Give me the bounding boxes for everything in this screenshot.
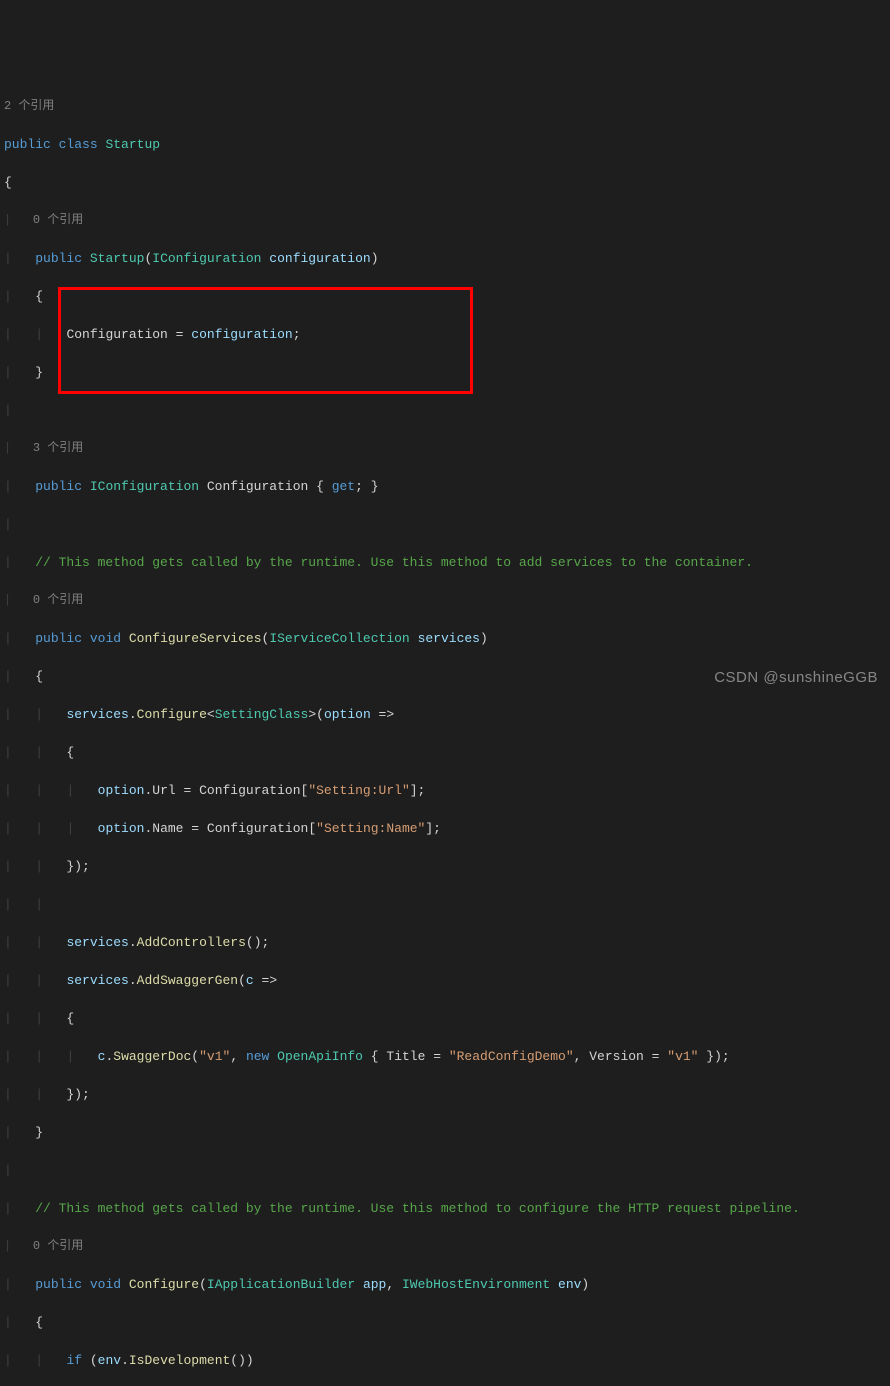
code-line: | | { bbox=[4, 743, 886, 762]
code-line: | | | option.Url = Configuration["Settin… bbox=[4, 781, 886, 800]
code-line: | bbox=[4, 401, 886, 420]
code-line: public class Startup bbox=[4, 135, 886, 154]
code-line: | | bbox=[4, 895, 886, 914]
code-line: | | services.Configure<SettingClass>(opt… bbox=[4, 705, 886, 724]
code-line: | | services.AddControllers(); bbox=[4, 933, 886, 952]
code-line: | | services.AddSwaggerGen(c => bbox=[4, 971, 886, 990]
code-line: | | Configuration = configuration; bbox=[4, 325, 886, 344]
code-line: | } bbox=[4, 363, 886, 382]
codelens-reference[interactable]: 2 个引用 bbox=[4, 97, 886, 116]
code-editor[interactable]: 2 个引用 public class Startup { | 0 个引用 | p… bbox=[4, 78, 886, 1386]
code-line: | { bbox=[4, 1313, 886, 1332]
code-line: | | { bbox=[4, 1009, 886, 1028]
code-line: | } bbox=[4, 1123, 886, 1142]
code-line: | public void Configure(IApplicationBuil… bbox=[4, 1275, 886, 1294]
code-line: | public void ConfigureServices(IService… bbox=[4, 629, 886, 648]
code-line: | // This method gets called by the runt… bbox=[4, 553, 886, 572]
codelens-reference[interactable]: | 0 个引用 bbox=[4, 591, 886, 610]
code-line: | | if (env.IsDevelopment()) bbox=[4, 1351, 886, 1370]
code-line: | bbox=[4, 1161, 886, 1180]
codelens-reference[interactable]: | 0 个引用 bbox=[4, 211, 886, 230]
code-line: | | }); bbox=[4, 1085, 886, 1104]
code-line: | | | option.Name = Configuration["Setti… bbox=[4, 819, 886, 838]
code-line: | | }); bbox=[4, 857, 886, 876]
codelens-reference[interactable]: | 3 个引用 bbox=[4, 439, 886, 458]
code-line: | | | c.SwaggerDoc("v1", new OpenApiInfo… bbox=[4, 1047, 886, 1066]
code-line: | bbox=[4, 515, 886, 534]
code-line: | // This method gets called by the runt… bbox=[4, 1199, 886, 1218]
watermark: CSDN @sunshineGGB bbox=[714, 668, 878, 687]
code-line: | public IConfiguration Configuration { … bbox=[4, 477, 886, 496]
code-line: | { bbox=[4, 287, 886, 306]
codelens-reference[interactable]: | 0 个引用 bbox=[4, 1237, 886, 1256]
code-line: | public Startup(IConfiguration configur… bbox=[4, 249, 886, 268]
code-line: { bbox=[4, 173, 886, 192]
